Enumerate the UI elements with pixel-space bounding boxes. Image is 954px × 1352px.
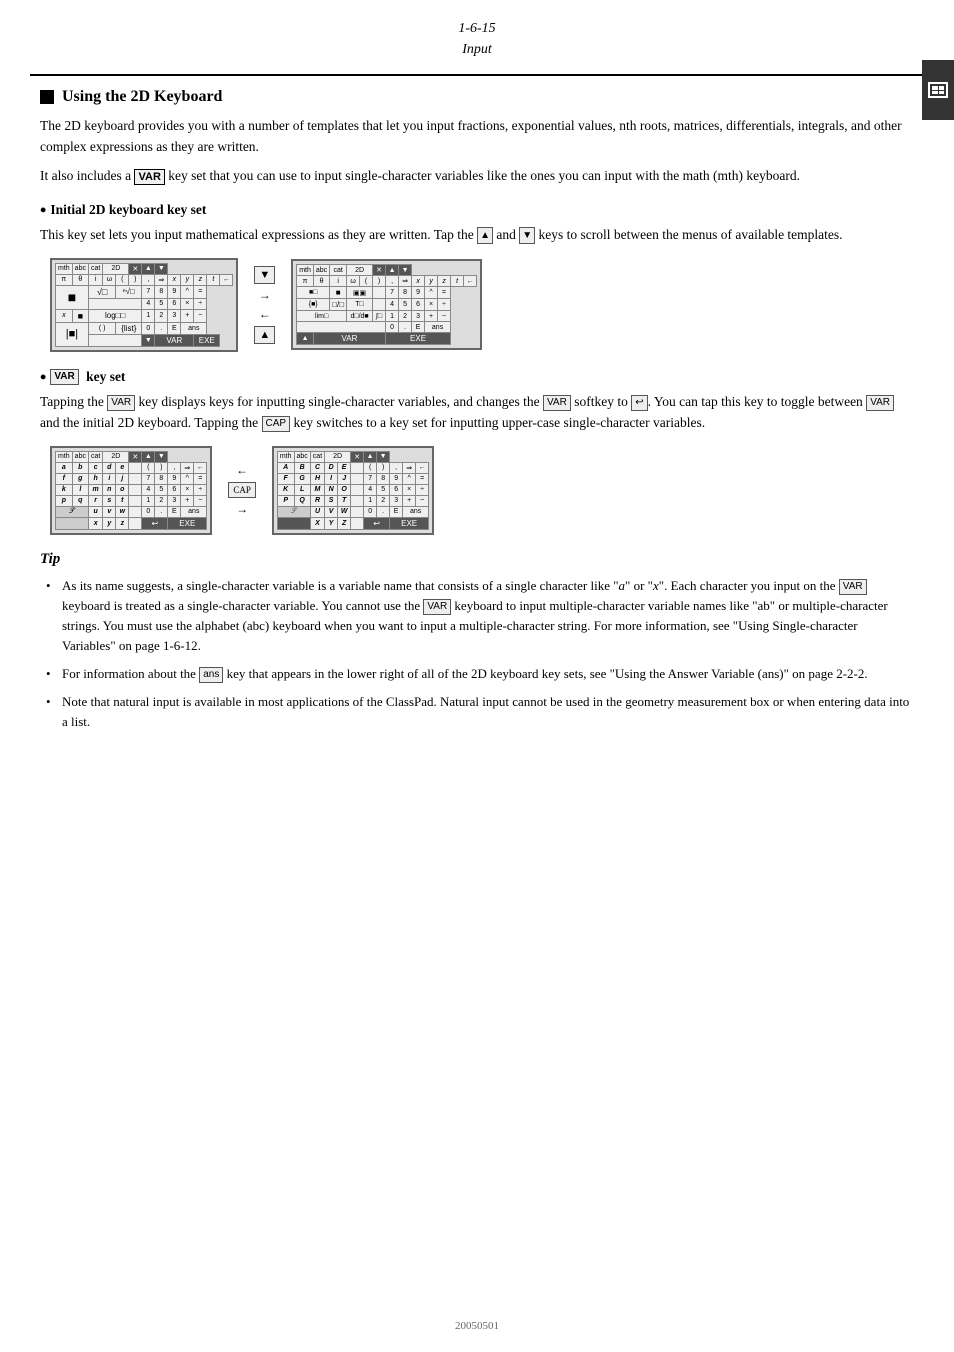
main-content: Using the 2D Keyboard The 2D keyboard pr… [0,88,954,733]
keyboard-row-1: mthabccat2D ✕▲▼ πθiω(), ⇒xyzt← ■ √□ ⁿ√□ … [50,258,914,352]
section-heading: Using the 2D Keyboard [40,88,914,106]
up-btn-1: ▲ [254,326,275,344]
right-arrow-1: → [259,288,271,303]
var-key-tip2: VAR [423,599,451,615]
page-header: 1-6-15 Input [0,0,954,68]
var-label-2: VAR [50,369,78,385]
return-key-ref: ↩ [631,395,647,411]
arrow-col-2: ← CAP → [228,463,256,517]
sidebar-tab[interactable] [922,60,954,120]
footer-text: 20050501 [455,1320,499,1332]
sub-heading-1-title: Initial 2D keyboard key set [50,202,206,218]
cap-key-ref: CAP [262,416,291,432]
var-key-ref-3: VAR [866,395,894,411]
bullet-dot-1: • [40,201,46,219]
heading-square-icon [40,90,54,104]
sub-heading-1: • Initial 2D keyboard key set [40,201,914,219]
cap-btn: CAP [228,482,256,498]
section-divider [30,74,924,76]
left-arrow-2: ← [236,463,248,478]
section-title: Using the 2D Keyboard [62,88,222,106]
tip-heading: Tip [40,551,914,568]
var-key-inline: VAR [134,169,164,185]
down-arrow-key: ▼ [519,227,535,245]
tip-item-2: For information about the ans key that a… [40,664,914,684]
right-arrow-2: → [236,502,248,517]
keyboard-row-2: mthabccat2D ✕▲▼ a b c d e (),⇒← f g h i … [50,446,914,535]
kbd-table-left-1: mthabccat2D ✕▲▼ πθiω(), ⇒xyzt← ■ √□ ⁿ√□ … [55,263,233,347]
sub-heading-2-text: key set [83,369,126,385]
kbd-table-right-2: mthabccat2D ✕▲▼ A B C D E (),⇒← F G H I … [277,451,429,530]
intro-paragraph-2: It also includes a VAR key set that you … [40,166,914,187]
sidebar-tab-icon [928,82,948,98]
bullet-dot-2: • [40,368,46,386]
var-key-ref-1: VAR [107,395,135,411]
keyboard-left-2: mthabccat2D ✕▲▼ a b c d e (),⇒← f g h i … [50,446,212,535]
kbd-table-right-1: mthabccat2D ✕▲▼ πθiω(), ⇒xyzt← ■□ ■ ▣▣ 7… [296,264,477,345]
keyboard-right-1: mthabccat2D ✕▲▼ πθiω(), ⇒xyzt← ■□ ■ ▣▣ 7… [291,259,482,350]
left-arrow-1: ← [259,307,271,322]
up-arrow-key: ▲ [477,227,493,245]
sub2-body-text: Tapping the VAR key displays keys for in… [40,392,914,434]
keyboard-right-2: mthabccat2D ✕▲▼ A B C D E (),⇒← F G H I … [272,446,434,535]
page-number: 1-6-15 [0,18,954,39]
sub-heading-2: • VAR key set [40,368,914,386]
tip-item-1: As its name suggests, a single-character… [40,576,914,657]
keyboard-left-1: mthabccat2D ✕▲▼ πθiω(), ⇒xyzt← ■ √□ ⁿ√□ … [50,258,238,352]
var-key-tip1: VAR [839,579,867,595]
var-key-ref-2: VAR [543,395,571,411]
page-footer: 20050501 [0,1320,954,1332]
sub1-body-text: This key set lets you input mathematical… [40,225,914,246]
ans-key-tip: ans [199,667,223,683]
arrow-col-1: ▼ → ← ▲ [254,266,275,344]
kbd-table-left-2: mthabccat2D ✕▲▼ a b c d e (),⇒← f g h i … [55,451,207,530]
tip-item-3: Note that natural input is available in … [40,692,914,732]
page-title: Input [0,39,954,60]
down-btn-1: ▼ [254,266,275,284]
tip-list: As its name suggests, a single-character… [40,576,914,733]
intro-paragraph-1: The 2D keyboard provides you with a numb… [40,116,914,158]
